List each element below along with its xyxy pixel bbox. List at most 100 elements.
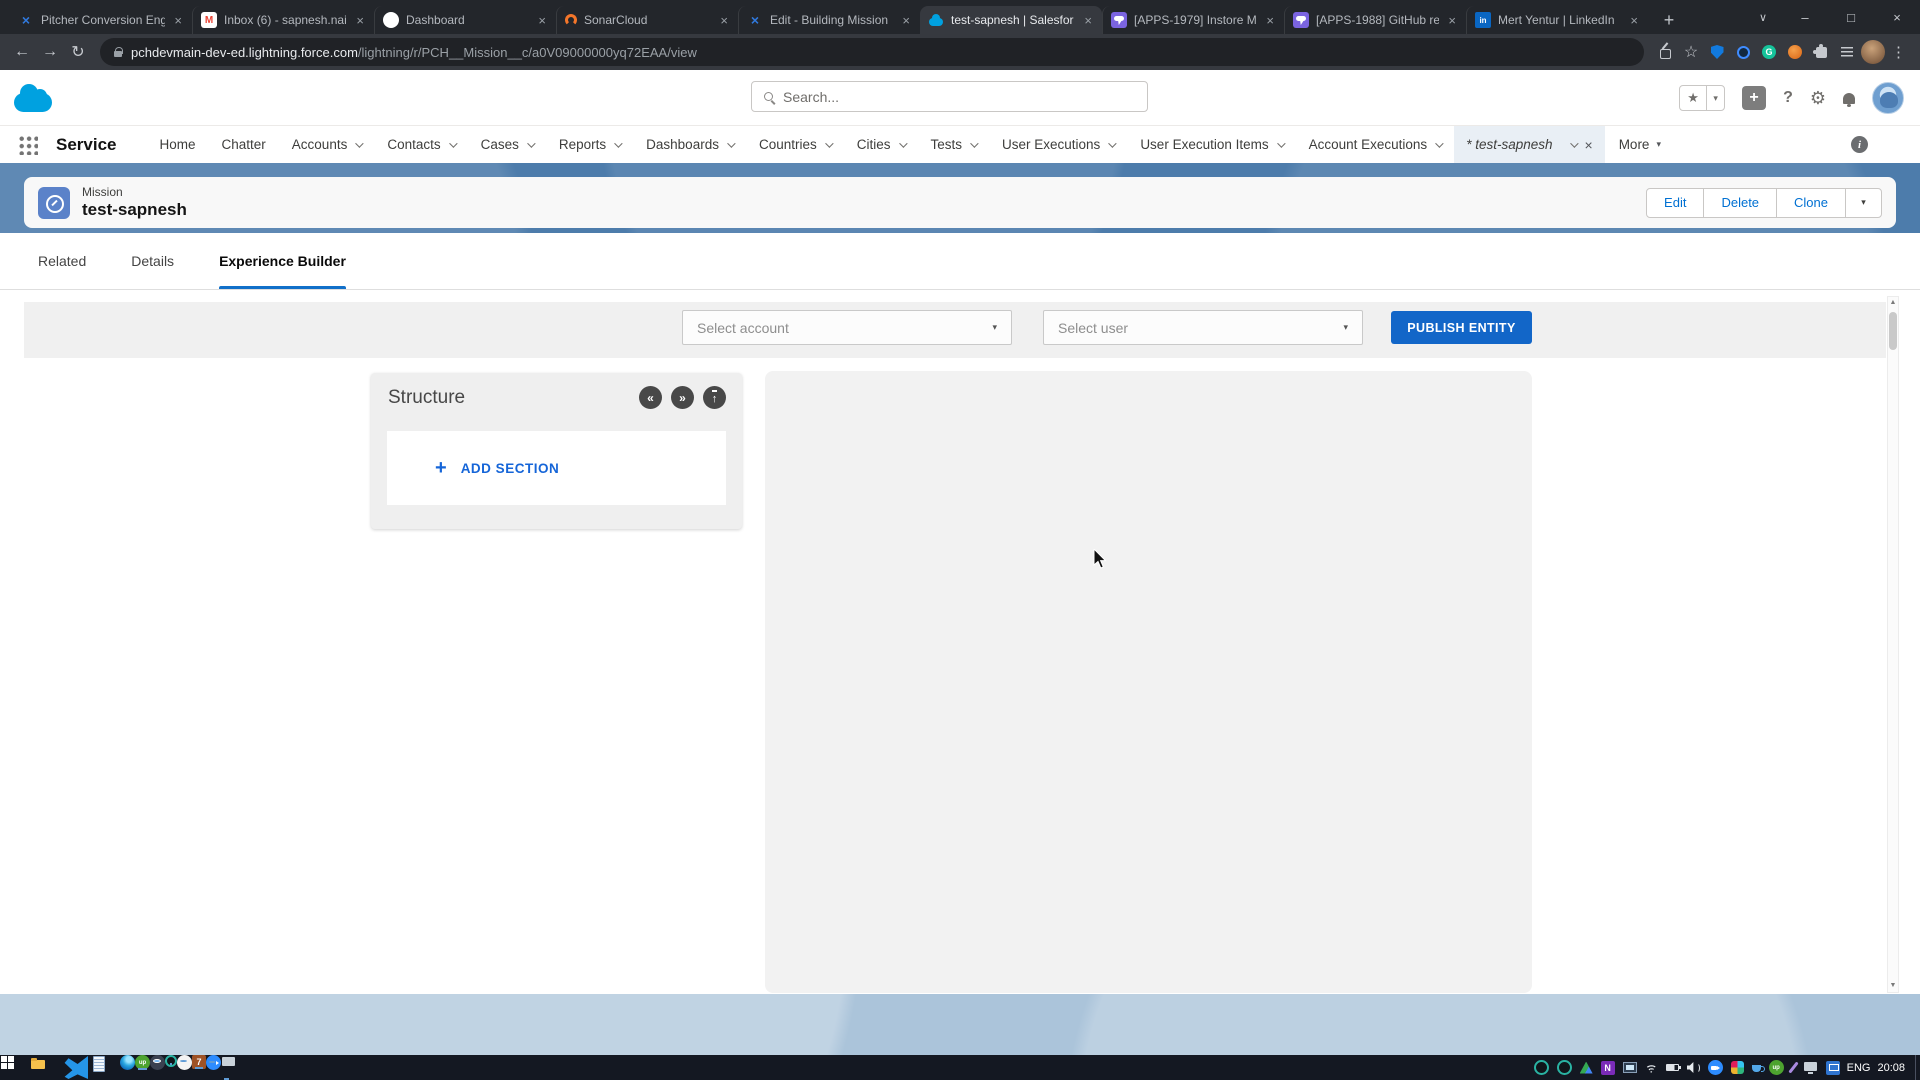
tab-close-icon[interactable]: × [1264,13,1276,28]
password-extension-button[interactable] [1730,39,1756,65]
tab-related[interactable]: Related [38,233,86,289]
show-desktop-button[interactable] [1915,1055,1920,1080]
extensions-button[interactable] [1808,39,1834,65]
nav-item-cases[interactable]: Cases [468,126,546,163]
user-avatar[interactable] [1872,82,1904,114]
reload-button[interactable]: ↻ [64,42,92,62]
teal-ring-tray-icon[interactable] [1534,1060,1549,1075]
favorites-caret-icon[interactable]: ▾ [1706,86,1724,110]
chevron-down-icon[interactable] [727,139,735,147]
back-button[interactable]: ← [8,43,36,61]
tab-close-icon[interactable]: × [354,13,366,28]
favorites-star-icon[interactable]: ★ [1680,86,1706,110]
info-icon[interactable]: i [1851,136,1868,153]
zoom-icon[interactable] [206,1055,221,1070]
nav-item-countries[interactable]: Countries [746,126,844,163]
network-app-icon[interactable] [1826,1061,1840,1075]
upwork-tray-icon[interactable]: up [1769,1060,1784,1075]
chevron-down-icon[interactable] [449,139,457,147]
scroll-up-arrow-icon[interactable]: ▲ [1890,297,1897,309]
chevron-down-icon[interactable] [899,139,907,147]
edge-icon[interactable] [120,1055,135,1070]
language-indicator[interactable]: ENG [1847,1062,1871,1074]
tab-salesforce-test-sapnesh[interactable]: test-sapnesh | Salesfor × [920,6,1102,34]
tab-close-icon[interactable]: × [172,13,184,28]
global-search-input[interactable]: Search... [751,81,1148,112]
chevron-down-icon[interactable] [970,139,978,147]
clone-button[interactable]: Clone [1776,189,1845,217]
minimize-button[interactable]: – [1782,0,1828,34]
teal-ring-tray-icon-2[interactable] [1557,1060,1572,1075]
nav-item-user-execution-items[interactable]: User Execution Items [1127,126,1295,163]
temp-tab-close-icon[interactable]: × [1585,137,1593,153]
chevron-down-icon[interactable] [1108,139,1116,147]
maximize-button[interactable]: □ [1828,0,1874,34]
nav-item-account-executions[interactable]: Account Executions [1296,126,1455,163]
scroll-to-top-icon[interactable]: ↑ [703,386,726,409]
nav-item-accounts[interactable]: Accounts [279,126,375,163]
pen-app-icon[interactable] [1788,1061,1798,1073]
actions-dropdown-caret-icon[interactable]: ▾ [1845,189,1881,217]
nav-item-contacts[interactable]: Contacts [374,126,467,163]
select-account-dropdown[interactable]: Select account ▾ [682,310,1012,345]
expand-all-icon[interactable]: » [671,386,694,409]
google-drive-icon[interactable] [1580,1062,1593,1074]
nav-item-chatter[interactable]: Chatter [209,126,279,163]
tab-jira-apps-1988[interactable]: [APPS-1988] GitHub re × [1284,6,1466,34]
publish-entity-button[interactable]: PUBLISH ENTITY [1391,311,1532,344]
screenshot-tool-icon[interactable] [1623,1062,1637,1073]
nav-temp-tab-test-sapnesh[interactable]: * test-sapnesh × [1454,126,1605,163]
chevron-down-icon[interactable] [1435,139,1443,147]
orange-square-app-icon[interactable]: 7 [192,1055,206,1069]
edit-button[interactable]: Edit [1647,189,1703,217]
chevron-down-icon[interactable] [355,139,363,147]
onenote-icon[interactable]: N [1601,1061,1615,1075]
new-tab-button[interactable]: + [1655,6,1683,34]
orange-extension-button[interactable] [1782,39,1808,65]
nav-item-home[interactable]: Home [147,126,209,163]
add-section-button[interactable]: + ADD SECTION [387,431,726,505]
taskbar-clock[interactable]: 20:08 [1877,1062,1905,1074]
collapse-all-icon[interactable]: « [639,386,662,409]
chevron-down-icon[interactable] [1570,139,1578,147]
browser-menu-icon[interactable]: ⋮ [1886,39,1912,65]
white-circle-app-icon[interactable] [177,1055,192,1070]
scroll-down-arrow-icon[interactable]: ▼ [1890,980,1897,992]
tab-pitcher-conversion[interactable]: × Pitcher Conversion Eng × [10,6,192,34]
browser-profile-button[interactable] [1860,39,1886,65]
tab-close-icon[interactable]: × [1628,13,1640,28]
start-button[interactable] [0,1055,30,1080]
notifications-button[interactable] [1843,93,1855,104]
nav-item-user-executions[interactable]: User Executions [989,126,1127,163]
address-bar[interactable]: pchdevmain-dev-ed.lightning.force.com/li… [100,38,1644,66]
chrome-icon[interactable] [150,1055,165,1070]
scrollbar-thumb[interactable] [1889,312,1897,350]
adblock-extension-button[interactable] [1704,39,1730,65]
chevron-down-icon[interactable] [614,139,622,147]
window-close-button[interactable]: × [1874,0,1920,34]
tab-jira-apps-1979[interactable]: [APPS-1979] Instore M × [1102,6,1284,34]
global-actions-icon[interactable]: + [1742,86,1766,110]
setup-gear-icon[interactable]: ⚙ [1810,88,1826,109]
nav-more-menu[interactable]: More ▾ [1605,137,1675,152]
tab-close-icon[interactable]: × [900,13,912,28]
select-user-dropdown[interactable]: Select user ▾ [1043,310,1363,345]
help-icon[interactable]: ? [1783,89,1793,107]
playlist-extension-button[interactable] [1834,39,1860,65]
nav-item-reports[interactable]: Reports [546,126,633,163]
chevron-down-icon[interactable] [527,139,535,147]
tab-close-icon[interactable]: × [536,13,548,28]
nav-item-dashboards[interactable]: Dashboards [633,126,746,163]
slack-icon[interactable] [1731,1061,1744,1074]
builder-canvas[interactable] [765,371,1532,993]
grammarly-extension-button[interactable]: G [1756,39,1782,65]
vertical-scrollbar[interactable]: ▲ ▼ [1887,296,1899,993]
tab-close-icon[interactable]: × [718,13,730,28]
teal-ring-app-icon[interactable] [165,1055,177,1067]
upwork-icon[interactable]: up [135,1055,150,1070]
chevron-down-icon[interactable] [1277,139,1285,147]
bookmark-star-icon[interactable]: ☆ [1678,39,1704,65]
forward-button[interactable]: → [36,43,64,61]
tab-linkedin-mert-yentur[interactable]: in Mert Yentur | LinkedIn × [1466,6,1648,34]
file-explorer-icon[interactable] [30,1055,60,1080]
